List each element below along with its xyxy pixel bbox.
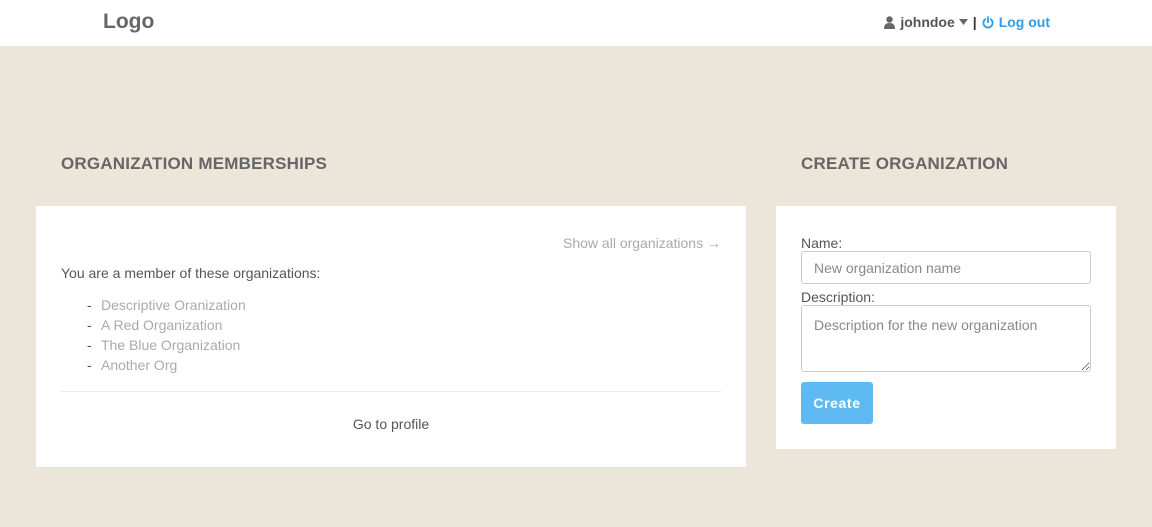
organization-link[interactable]: Descriptive Oranization: [101, 297, 246, 313]
memberships-panel: Show all organizations → You are a membe…: [36, 206, 746, 467]
user-nav: johndoe | Log out: [884, 14, 1050, 30]
caret-down-icon[interactable]: [958, 19, 968, 25]
create-organization-title: CREATE ORGANIZATION: [801, 154, 1009, 173]
organization-name-input[interactable]: [801, 251, 1091, 284]
list-item[interactable]: - Another Org: [87, 355, 246, 375]
list-item[interactable]: -A Red Organization: [87, 315, 246, 335]
organization-link[interactable]: Another Org: [101, 357, 177, 373]
create-organization-panel: Name: Description: Create: [776, 206, 1116, 449]
logout-link[interactable]: Log out: [982, 14, 1050, 30]
divider: [61, 391, 721, 392]
go-to-profile-link[interactable]: Go to profile: [36, 416, 746, 432]
top-navbar: Logo johndoe | Log out: [0, 0, 1152, 46]
organization-link[interactable]: The Blue Organization: [101, 337, 240, 353]
create-button[interactable]: Create: [801, 382, 873, 424]
logo[interactable]: Logo: [103, 10, 154, 34]
name-label: Name:: [801, 235, 843, 251]
organization-list: - Descriptive Oranization -A Red Organiza…: [87, 295, 246, 375]
organization-description-textarea[interactable]: [801, 305, 1091, 372]
organization-link[interactable]: A Red Organization: [101, 317, 222, 333]
list-marker: -: [87, 297, 92, 313]
nav-separator: |: [972, 14, 977, 30]
description-label: Description:: [801, 289, 875, 305]
memberships-intro: You are a member of these organizations:: [61, 265, 321, 281]
list-marker: -: [87, 357, 92, 373]
list-marker: -: [87, 337, 92, 353]
show-all-organizations-link[interactable]: Show all organizations →: [563, 235, 721, 251]
list-item[interactable]: - Descriptive Oranization: [87, 295, 246, 315]
memberships-title: ORGANIZATION MEMBERSHIPS: [61, 154, 328, 173]
power-icon: [982, 15, 994, 28]
list-item[interactable]: - The Blue Organization: [87, 335, 246, 355]
user-icon: [884, 15, 896, 29]
logout-label: Log out: [998, 14, 1050, 30]
list-marker: -: [87, 317, 92, 333]
username-menu[interactable]: johndoe: [900, 14, 954, 30]
